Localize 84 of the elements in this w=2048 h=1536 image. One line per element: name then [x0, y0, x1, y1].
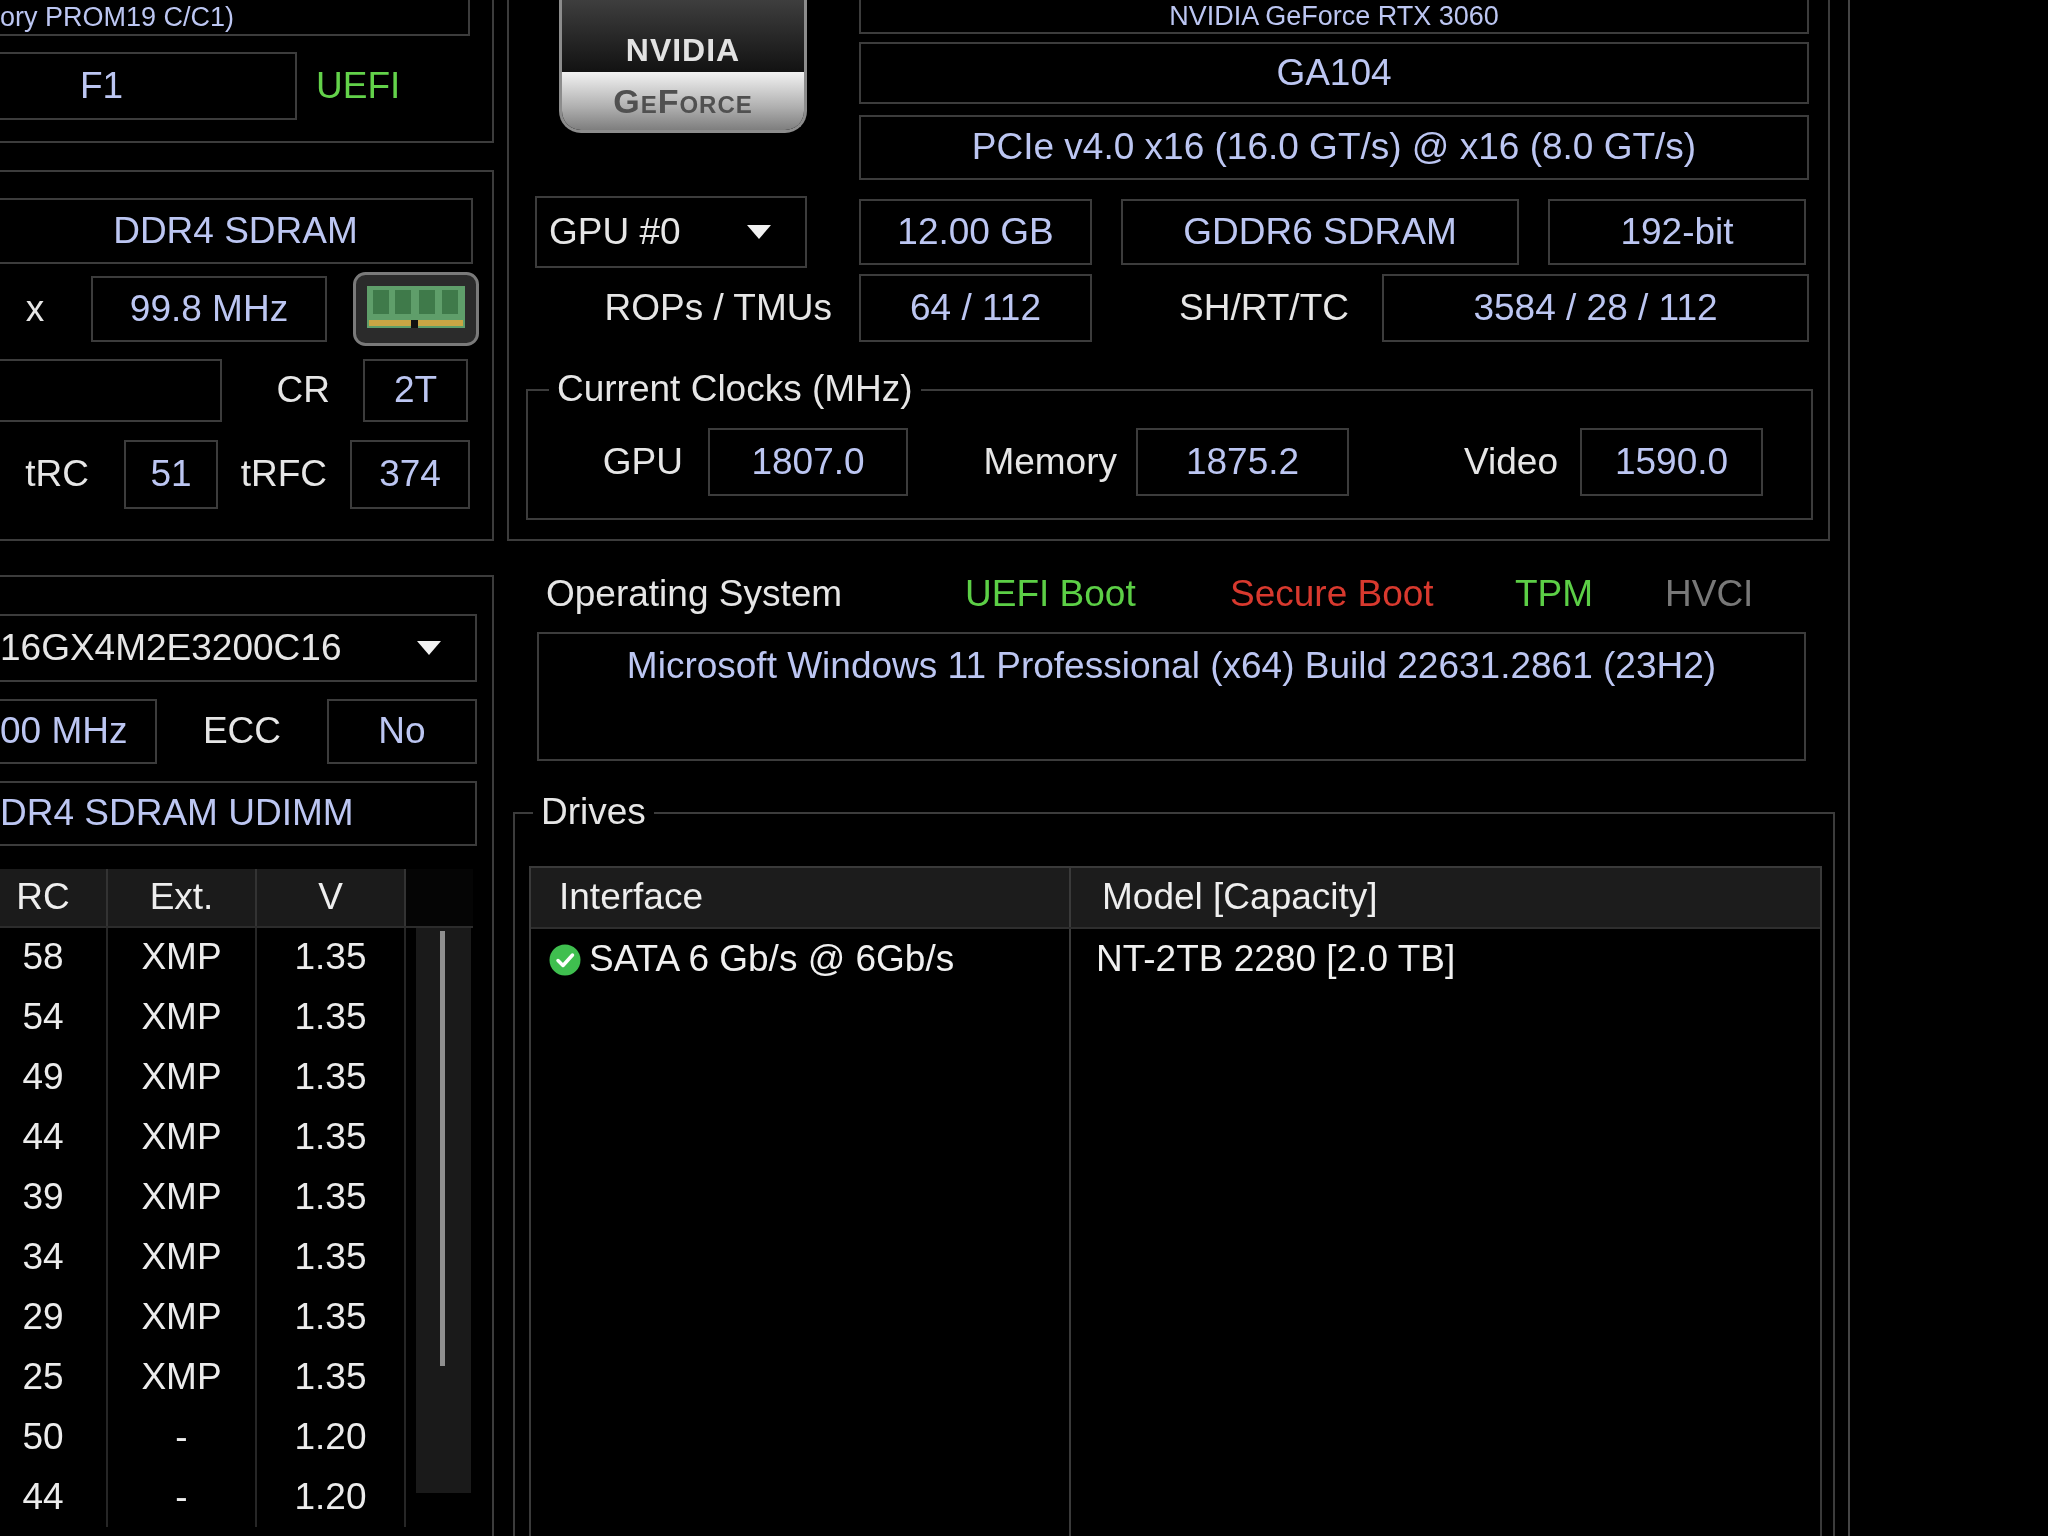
- value-field: NVIDIA GeForce RTX 3060: [859, 0, 1809, 34]
- table-cell: SATA 6 Gb/s @ 6Gb/s: [589, 937, 955, 982]
- column-header[interactable]: Model [Capacity]: [1071, 868, 1820, 927]
- table-cell: 1.35: [256, 927, 405, 987]
- table-cell: 44: [0, 1467, 107, 1527]
- field-label: SH/RT/TC: [1179, 285, 1349, 330]
- table-cell: 25: [0, 1347, 107, 1407]
- dropdown[interactable]: GPU #0: [535, 196, 807, 268]
- column-header[interactable]: Interface: [531, 868, 1071, 927]
- value-field: GDDR6 SDRAM: [1121, 199, 1519, 265]
- table-cell: 49: [0, 1047, 107, 1107]
- value-field: 192-bit: [1548, 199, 1806, 265]
- field-label: tRC: [25, 452, 89, 497]
- status-label: HVCI: [1665, 571, 1754, 616]
- value-field: 99.8 MHz: [91, 276, 327, 342]
- value-field: DR4 SDRAM UDIMM: [0, 781, 477, 846]
- value-field: GA104: [859, 42, 1809, 104]
- field-label: GPU: [602, 439, 683, 484]
- memory-module-icon: [353, 272, 479, 346]
- column-header[interactable]: RC: [0, 869, 107, 927]
- table-cell: 54: [0, 987, 107, 1047]
- dropdown[interactable]: 16GX4M2E3200C16: [0, 614, 477, 682]
- table-cell: XMP: [107, 1227, 256, 1287]
- status-label: UEFI: [316, 63, 401, 108]
- value-field: 1875.2: [1136, 428, 1349, 496]
- status-label: UEFI Boot: [965, 571, 1136, 616]
- table-cell: XMP: [107, 1347, 256, 1407]
- value-field: 374: [350, 440, 470, 509]
- field-label: x: [25, 286, 45, 331]
- table-cell: -: [107, 1407, 256, 1467]
- value-field: Microsoft Windows 11 Professional (x64) Build 22631.2861 (23H2): [537, 632, 1806, 761]
- table-cell: XMP: [107, 1107, 256, 1167]
- value-field: ory PROM19 C/C1): [0, 0, 470, 36]
- value-field: DDR4 SDRAM: [0, 198, 473, 264]
- table-cell: 58: [0, 927, 107, 987]
- column-header[interactable]: Ext.: [107, 869, 256, 927]
- value-field: No: [327, 699, 477, 764]
- value-field: F1: [0, 52, 297, 120]
- value-field: 2T: [363, 359, 468, 422]
- table-cell: XMP: [107, 927, 256, 987]
- table-cell: 1.35: [256, 987, 405, 1047]
- table-cell: 1.20: [256, 1467, 405, 1527]
- field-label: tRFC: [240, 452, 327, 497]
- field-label: CR: [276, 368, 330, 413]
- status-label: TPM: [1515, 571, 1594, 616]
- logo-text: NVIDIA: [625, 34, 741, 66]
- field-label: ROPs / TMUs: [604, 285, 832, 330]
- field-label: ECC: [202, 709, 282, 754]
- table-cell: NT-2TB 2280 [2.0 TB]: [1096, 937, 1456, 982]
- table-cell: 1.35: [256, 1047, 405, 1107]
- section-label: Operating System: [546, 571, 843, 616]
- table-cell: 50: [0, 1407, 107, 1467]
- table-cell: 1.20: [256, 1407, 405, 1467]
- table-cell: 1.35: [256, 1287, 405, 1347]
- table-cell: 1.35: [256, 1167, 405, 1227]
- value-field: PCIe v4.0 x16 (16.0 GT/s) @ x16 (8.0 GT/s): [859, 115, 1809, 180]
- value-field: 64 / 112: [859, 274, 1092, 342]
- status-label: Secure Boot: [1230, 571, 1434, 616]
- value-field: 12.00 GB: [859, 199, 1092, 265]
- table-cell: 44: [0, 1107, 107, 1167]
- value-field: 1590.0: [1580, 428, 1763, 496]
- table-cell: XMP: [107, 1167, 256, 1227]
- logo-text: GeForce: [613, 84, 753, 118]
- value-field: 00 MHz: [0, 699, 157, 764]
- table-cell: XMP: [107, 1287, 256, 1347]
- value-field: 3584 / 28 / 112: [1382, 274, 1809, 342]
- table-cell: -: [107, 1467, 256, 1527]
- column-header[interactable]: V: [256, 869, 405, 927]
- value-field: 1807.0: [708, 428, 908, 496]
- table-cell: XMP: [107, 1047, 256, 1107]
- table-cell: XMP: [107, 987, 256, 1047]
- table-cell: 1.35: [256, 1227, 405, 1287]
- table-cell: 34: [0, 1227, 107, 1287]
- value-field: 51: [124, 440, 218, 509]
- dropdown-arrow-icon: [747, 225, 771, 239]
- table-cell: 1.35: [256, 1347, 405, 1407]
- field-label: Video: [1464, 439, 1558, 484]
- scrollbar-thumb[interactable]: [440, 931, 445, 1366]
- table-cell: 1.35: [256, 1107, 405, 1167]
- dropdown-arrow-icon: [417, 641, 441, 655]
- scrollbar-track[interactable]: [416, 928, 471, 1493]
- table-cell: 39: [0, 1167, 107, 1227]
- table-cell: 29: [0, 1287, 107, 1347]
- field-label: Memory: [983, 439, 1117, 484]
